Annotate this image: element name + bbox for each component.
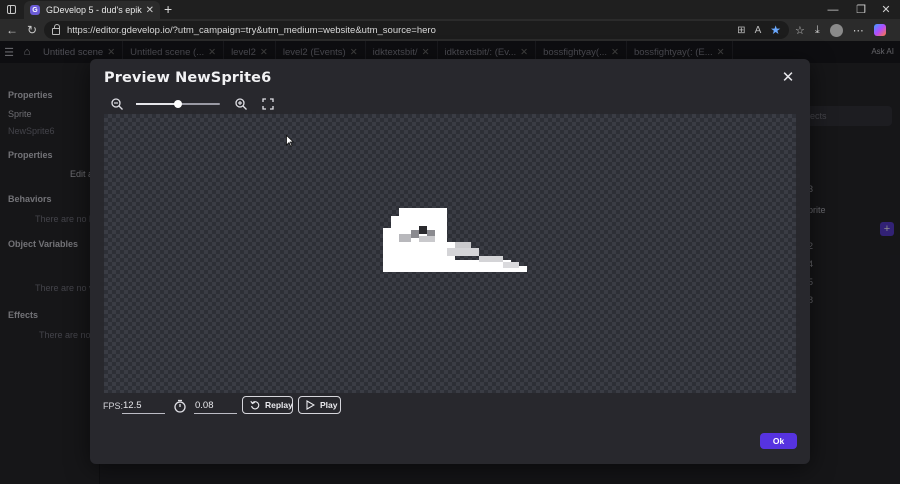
read-aloud-icon[interactable]: A (755, 25, 762, 36)
zoom-slider[interactable] (136, 100, 220, 108)
downloads-icon[interactable]: ⤓ (815, 24, 820, 37)
lock-icon (52, 24, 60, 35)
more-menu-icon[interactable]: ⋯ (853, 24, 864, 37)
replay-button[interactable]: Replay (242, 396, 293, 414)
browser-toolbar: ← ↻ https://editor.gdevelop.io/?utm_camp… (0, 19, 900, 41)
browser-tab-title: GDevelop 5 - dud's epik adventur (46, 5, 142, 15)
new-tab-plus-icon[interactable]: + (164, 1, 172, 17)
replay-icon (250, 400, 260, 410)
zoom-in-icon[interactable] (234, 97, 248, 111)
zoom-out-icon[interactable] (110, 97, 124, 111)
preview-dialog: Preview NewSprite6 ✕ FPS: 12.5 0.08 Repl… (90, 59, 810, 464)
tab-actions-icon[interactable] (7, 5, 16, 14)
address-bar[interactable]: https://editor.gdevelop.io/?utm_campaign… (44, 21, 789, 39)
gdevelop-favicon-icon: G (30, 5, 40, 15)
fullscreen-icon[interactable] (261, 97, 275, 111)
sprite-image (383, 208, 527, 272)
dialog-title: Preview NewSprite6 (104, 70, 272, 86)
profile-avatar[interactable] (829, 23, 843, 37)
refresh-icon[interactable]: ↻ (22, 23, 42, 37)
url-text: https://editor.gdevelop.io/?utm_campaign… (67, 24, 436, 36)
window-close-icon[interactable]: ✕ (872, 0, 900, 19)
minimize-icon[interactable]: — (819, 0, 847, 19)
restore-icon[interactable]: ❐ (847, 0, 875, 19)
close-icon[interactable]: ✕ (146, 5, 154, 16)
mouse-pointer-icon (286, 135, 294, 147)
frame-duration-input[interactable] (194, 398, 237, 414)
favorite-star-icon[interactable]: ★ (770, 23, 781, 37)
favorites-icon[interactable]: ☆ (795, 24, 805, 37)
zoom-controls (110, 97, 280, 111)
zoom-slider-fill (136, 103, 178, 105)
browser-tab-gdevelop[interactable]: G GDevelop 5 - dud's epik adventur ✕ (24, 1, 160, 19)
ok-button[interactable]: Ok (760, 433, 797, 449)
browser-titlebar: G GDevelop 5 - dud's epik adventur ✕ + —… (0, 0, 900, 19)
dialog-close-icon[interactable]: ✕ (780, 70, 796, 86)
animation-controls: FPS: Replay Play (103, 396, 403, 416)
fps-input[interactable] (122, 398, 165, 414)
play-button-label: Play (320, 400, 338, 410)
play-button[interactable]: Play (298, 396, 341, 414)
app-available-icon[interactable]: ⊞ (737, 25, 745, 36)
replay-button-label: Replay (265, 400, 293, 410)
play-icon (306, 400, 315, 410)
copilot-icon[interactable] (873, 24, 886, 36)
fps-label: FPS: (103, 401, 124, 411)
zoom-slider-thumb[interactable] (174, 100, 182, 108)
timer-icon (174, 399, 186, 413)
back-arrow-icon[interactable]: ← (2, 23, 22, 37)
sprite-preview-canvas[interactable] (104, 114, 796, 393)
